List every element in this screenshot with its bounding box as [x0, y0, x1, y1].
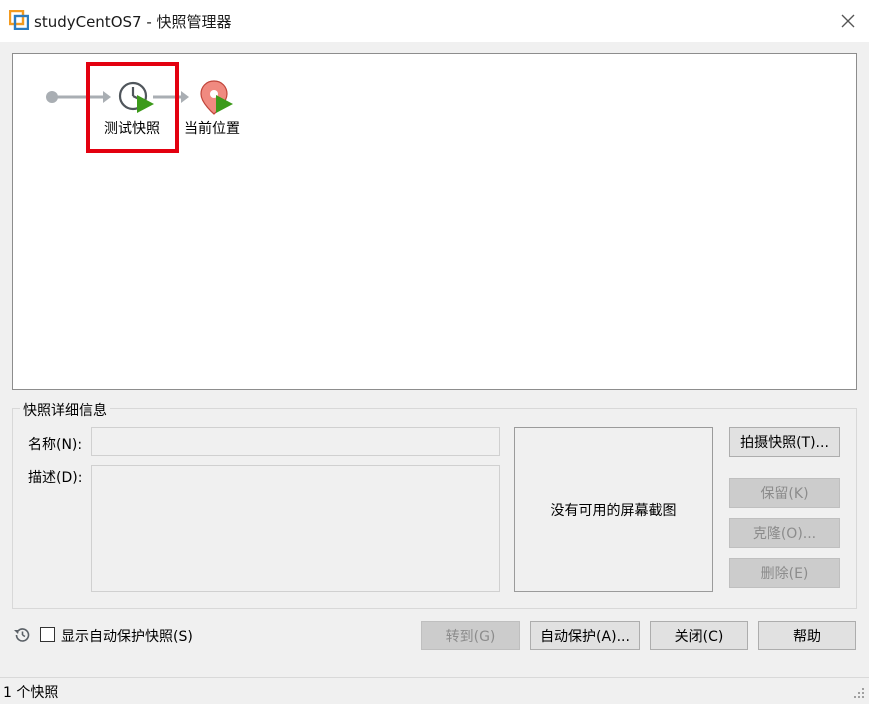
history-icon [12, 625, 32, 645]
autoprotect-button[interactable]: 自动保护(A)... [530, 621, 640, 650]
name-label: 名称(N): [28, 437, 83, 453]
window-title: studyCentOS7 - 快照管理器 [34, 13, 232, 31]
status-bar [0, 677, 869, 702]
goto-button[interactable]: 转到(G) [421, 621, 520, 650]
current-location-label[interactable]: 当前位置 [184, 118, 240, 138]
keep-button[interactable]: 保留(K) [729, 478, 840, 508]
show-autoprotect-checkbox[interactable] [40, 627, 55, 642]
close-button[interactable]: 关闭(C) [650, 621, 748, 650]
take-snapshot-button[interactable]: 拍摄快照(T)... [729, 427, 840, 457]
tree-arrow-icon [181, 91, 189, 103]
description-label: 描述(D): [28, 470, 83, 486]
close-icon[interactable] [833, 6, 863, 36]
description-field [91, 465, 500, 592]
details-group-title: 快照详细信息 [20, 400, 110, 420]
show-autoprotect-label[interactable]: 显示自动保护快照(S) [61, 626, 193, 646]
clone-button[interactable]: 克隆(O)... [729, 518, 840, 548]
root-node-icon [46, 91, 58, 103]
resize-grip-icon[interactable] [852, 686, 866, 700]
current-location-pin-icon [200, 80, 233, 115]
snapshot-count: 1 个快照 [3, 685, 59, 701]
delete-button[interactable]: 删除(E) [729, 558, 840, 588]
no-screenshot-text: 没有可用的屏幕截图 [550, 502, 677, 519]
help-button[interactable]: 帮助 [758, 621, 856, 650]
name-field [91, 427, 500, 456]
selection-highlight-box [86, 62, 179, 153]
screenshot-preview: 没有可用的屏幕截图 [514, 427, 713, 592]
vmware-app-icon [8, 9, 30, 31]
